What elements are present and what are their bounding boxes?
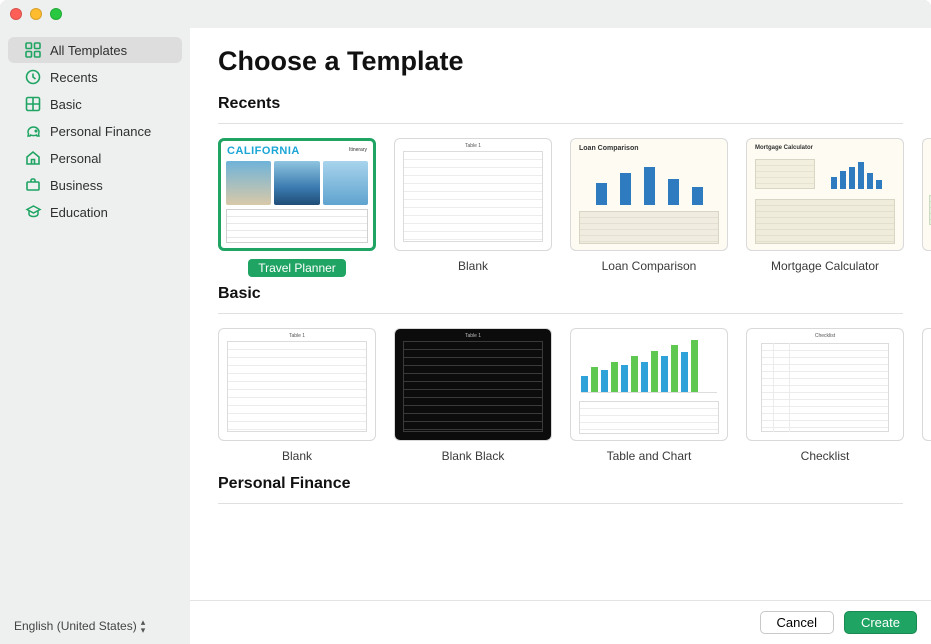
template-thumb: Checklist: [746, 328, 904, 441]
template-label: Travel Planner: [248, 259, 346, 277]
piggy-icon: [24, 122, 42, 140]
template-thumb: Table 1: [218, 328, 376, 441]
template-card-checklist-2[interactable]: Chec: [922, 328, 931, 467]
template-card-my-stocks[interactable]: Portfolio $60000.00 My Sto: [922, 138, 931, 277]
template-thumb: Loan Comparison: [570, 138, 728, 251]
template-label: Blank Black: [442, 449, 505, 467]
thumb-heading: CALIFORNIA: [227, 145, 300, 157]
sidebar-item-personal[interactable]: Personal: [8, 145, 182, 171]
section-title-recents: Recents: [218, 95, 931, 113]
template-thumb: [570, 328, 728, 441]
template-card-checklist[interactable]: Checklist Checklist: [746, 328, 904, 467]
window-titlebar: [0, 0, 931, 28]
template-thumb: [922, 328, 931, 441]
create-button[interactable]: Create: [844, 611, 917, 634]
gradcap-icon: [24, 203, 42, 221]
main-panel: Choose a Template Recents CALIFORNIA Iti…: [190, 28, 931, 644]
language-label: English (United States): [14, 619, 137, 633]
template-label: Blank: [282, 449, 312, 467]
zoom-window-icon[interactable]: [50, 8, 62, 20]
sidebar-item-label: Basic: [50, 97, 82, 112]
sidebar-item-label: Recents: [50, 70, 98, 85]
template-card-table-and-chart[interactable]: Table and Chart: [570, 328, 728, 467]
close-window-icon[interactable]: [10, 8, 22, 20]
template-thumb: Table 1: [394, 138, 552, 251]
thumb-heading: Mortgage Calculator: [755, 145, 813, 151]
sidebar-item-label: Personal Finance: [50, 124, 151, 139]
grid4-icon: [24, 95, 42, 113]
clock-icon: [24, 68, 42, 86]
template-label: Blank: [458, 259, 488, 277]
sidebar-item-label: Business: [50, 178, 103, 193]
cancel-button[interactable]: Cancel: [760, 611, 834, 634]
sidebar-item-basic[interactable]: Basic: [8, 91, 182, 117]
template-label: Mortgage Calculator: [771, 259, 879, 277]
template-card-blank[interactable]: Table 1 Blank: [218, 328, 376, 467]
footer-bar: Cancel Create: [190, 600, 931, 644]
sidebar-item-label: Education: [50, 205, 108, 220]
section-title-basic: Basic: [218, 285, 931, 303]
template-thumb: Portfolio $60000.00: [922, 138, 931, 251]
section-divider: [218, 313, 903, 314]
grid-icon: [24, 41, 42, 59]
template-thumb: Mortgage Calculator: [746, 138, 904, 251]
section-title-personal-finance: Personal Finance: [218, 475, 931, 493]
template-thumb: Table 1: [394, 328, 552, 441]
sidebar-item-recents[interactable]: Recents: [8, 64, 182, 90]
template-label: Checklist: [801, 449, 850, 467]
page-title: Choose a Template: [218, 46, 931, 77]
template-card-mortgage-calculator[interactable]: Mortgage Calculator Mortgage Calculator: [746, 138, 904, 277]
template-card-travel-planner[interactable]: CALIFORNIA Itinerary Travel Planner: [218, 138, 376, 277]
sidebar-item-all-templates[interactable]: All Templates: [8, 37, 182, 63]
sidebar-item-education[interactable]: Education: [8, 199, 182, 225]
template-thumb: CALIFORNIA Itinerary: [218, 138, 376, 251]
template-card-loan-comparison[interactable]: Loan Comparison Loan Comparison: [570, 138, 728, 277]
section-divider: [218, 123, 903, 124]
language-selector[interactable]: English (United States) ▴▾: [0, 608, 190, 644]
template-card-blank-recent[interactable]: Table 1 Blank: [394, 138, 552, 277]
briefcase-icon: [24, 176, 42, 194]
template-row-recents: CALIFORNIA Itinerary Travel Planner Tabl…: [218, 138, 931, 277]
chevron-updown-icon: ▴▾: [141, 618, 146, 634]
thumb-subtext: Itinerary: [349, 147, 367, 153]
thumb-heading: Loan Comparison: [579, 145, 639, 152]
sidebar-item-personal-finance[interactable]: Personal Finance: [8, 118, 182, 144]
template-row-basic: Table 1 Blank Table 1 Blank Black: [218, 328, 931, 467]
template-label: Table and Chart: [607, 449, 692, 467]
sidebar: All Templates Recents Basic Personal Fin…: [0, 28, 190, 644]
sidebar-item-label: All Templates: [50, 43, 127, 58]
sidebar-item-business[interactable]: Business: [8, 172, 182, 198]
template-label: Loan Comparison: [602, 259, 697, 277]
sidebar-item-label: Personal: [50, 151, 101, 166]
section-divider: [218, 503, 903, 504]
template-card-blank-black[interactable]: Table 1 Blank Black: [394, 328, 552, 467]
home-icon: [24, 149, 42, 167]
minimize-window-icon[interactable]: [30, 8, 42, 20]
